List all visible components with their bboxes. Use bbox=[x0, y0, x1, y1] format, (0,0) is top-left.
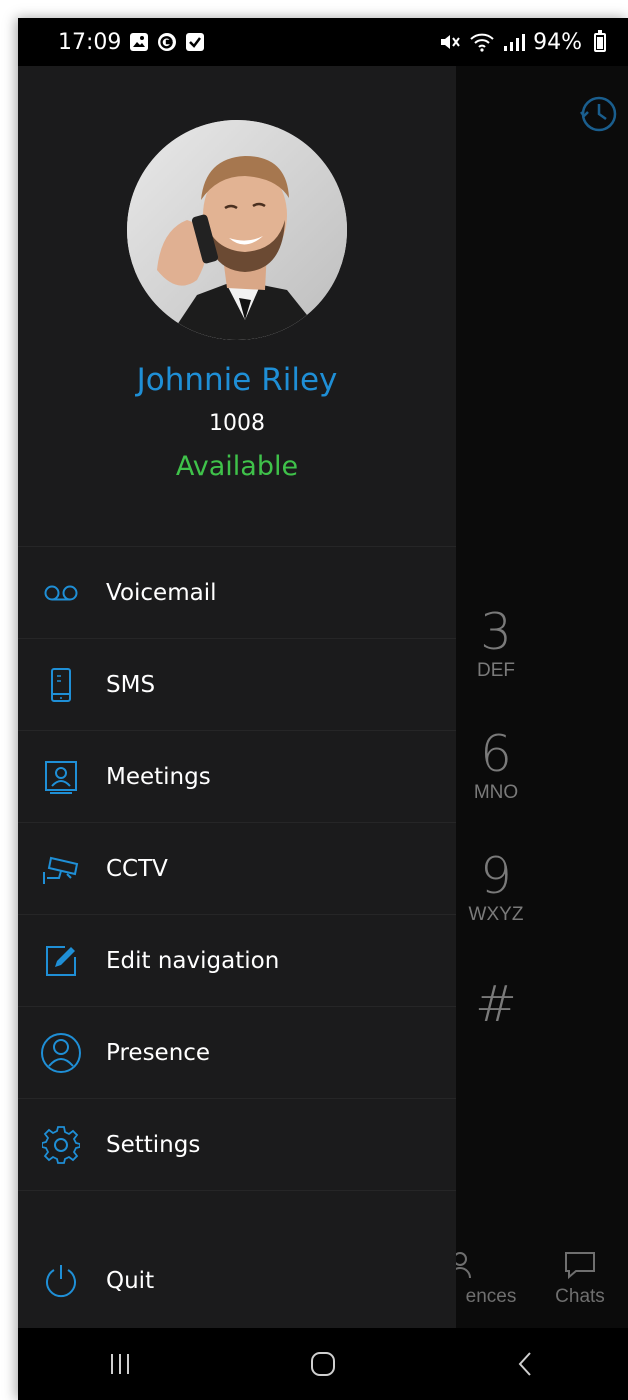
chat-icon bbox=[565, 1252, 595, 1280]
back-button[interactable] bbox=[496, 1339, 556, 1389]
tab-label: Chats bbox=[555, 1286, 605, 1307]
power-icon bbox=[38, 1258, 84, 1304]
dial-key-digit: 9 bbox=[480, 847, 512, 905]
menu-item-label: Presence bbox=[106, 1039, 211, 1066]
g-app-icon bbox=[157, 32, 177, 52]
phone-sms-icon bbox=[38, 662, 84, 708]
people-icon bbox=[456, 1252, 471, 1279]
menu-item-label: Voicemail bbox=[106, 579, 217, 606]
tab-chats[interactable]: Chats bbox=[548, 1250, 612, 1308]
status-bar: 17:09 94% bbox=[18, 18, 628, 66]
menu-divider bbox=[18, 1190, 456, 1191]
menu-item-label: Edit navigation bbox=[106, 947, 280, 974]
dial-key-hash[interactable]: # bbox=[456, 976, 536, 1032]
dial-key-letters: DEF bbox=[477, 660, 515, 681]
menu-item-voicemail[interactable]: Voicemail bbox=[18, 546, 456, 638]
profile-section: Johnnie Riley 1008 Available bbox=[18, 66, 456, 546]
phone-screen: 17:09 94% 3 DEF 6 MNO 9 WXYZ # ences Cha… bbox=[18, 18, 628, 1400]
dial-key-digit: 6 bbox=[480, 725, 512, 783]
home-icon bbox=[310, 1352, 335, 1376]
menu-item-edit-navigation[interactable]: Edit navigation bbox=[18, 914, 456, 1006]
dial-key-letters: WXYZ bbox=[468, 904, 524, 925]
menu-item-label: Settings bbox=[106, 1131, 201, 1158]
battery-icon bbox=[594, 29, 606, 52]
drawer-menu: Voicemail SMS Meetings CCTV Edit navigat… bbox=[18, 546, 456, 1191]
menu-item-label: SMS bbox=[106, 671, 156, 698]
checkbox-icon bbox=[185, 32, 205, 52]
menu-item-label: CCTV bbox=[106, 855, 168, 882]
wifi-icon bbox=[469, 32, 495, 52]
dial-key-3[interactable]: 3 DEF bbox=[456, 604, 536, 682]
dial-key-9[interactable]: 9 WXYZ bbox=[456, 848, 536, 926]
status-left: 17:09 bbox=[58, 30, 205, 55]
menu-item-presence[interactable]: Presence bbox=[18, 1006, 456, 1098]
cctv-camera-icon bbox=[38, 846, 84, 892]
battery-percent: 94% bbox=[533, 29, 582, 55]
person-icon bbox=[38, 1030, 84, 1076]
home-button[interactable] bbox=[293, 1339, 353, 1389]
user-extension: 1008 bbox=[209, 411, 265, 436]
signal-icon bbox=[503, 32, 526, 52]
dial-key-letters: MNO bbox=[473, 782, 519, 803]
system-nav-bar bbox=[18, 1328, 628, 1400]
tab-label: ences bbox=[465, 1286, 517, 1307]
menu-item-sms[interactable]: SMS bbox=[18, 638, 456, 730]
voicemail-icon bbox=[38, 570, 84, 616]
navigation-drawer: Johnnie Riley 1008 Available Voicemail S… bbox=[18, 66, 456, 1328]
recent-apps-icon bbox=[110, 1354, 129, 1374]
quit-button[interactable]: Quit bbox=[18, 1236, 456, 1326]
dial-key-digit: # bbox=[475, 975, 517, 1033]
status-right: 94% bbox=[439, 29, 606, 55]
meeting-icon bbox=[38, 754, 84, 800]
dial-key-digit: 3 bbox=[480, 603, 512, 661]
tab-conferences[interactable]: ences bbox=[456, 1250, 526, 1308]
gear-icon bbox=[38, 1122, 84, 1168]
user-status[interactable]: Available bbox=[18, 451, 456, 482]
menu-item-label: Meetings bbox=[106, 763, 211, 790]
menu-item-settings[interactable]: Settings bbox=[18, 1098, 456, 1190]
quit-label: Quit bbox=[106, 1268, 155, 1294]
avatar[interactable] bbox=[127, 120, 347, 340]
menu-item-meetings[interactable]: Meetings bbox=[18, 730, 456, 822]
dial-key-6[interactable]: 6 MNO bbox=[456, 726, 536, 804]
menu-item-cctv[interactable]: CCTV bbox=[18, 822, 456, 914]
gallery-icon bbox=[129, 32, 149, 52]
status-time: 17:09 bbox=[58, 29, 122, 55]
history-icon[interactable] bbox=[578, 94, 618, 138]
recent-apps-button[interactable] bbox=[90, 1339, 150, 1389]
edit-icon bbox=[38, 938, 84, 984]
mute-icon bbox=[439, 32, 461, 52]
back-icon bbox=[518, 1352, 532, 1376]
user-name: Johnnie Riley bbox=[136, 362, 338, 398]
